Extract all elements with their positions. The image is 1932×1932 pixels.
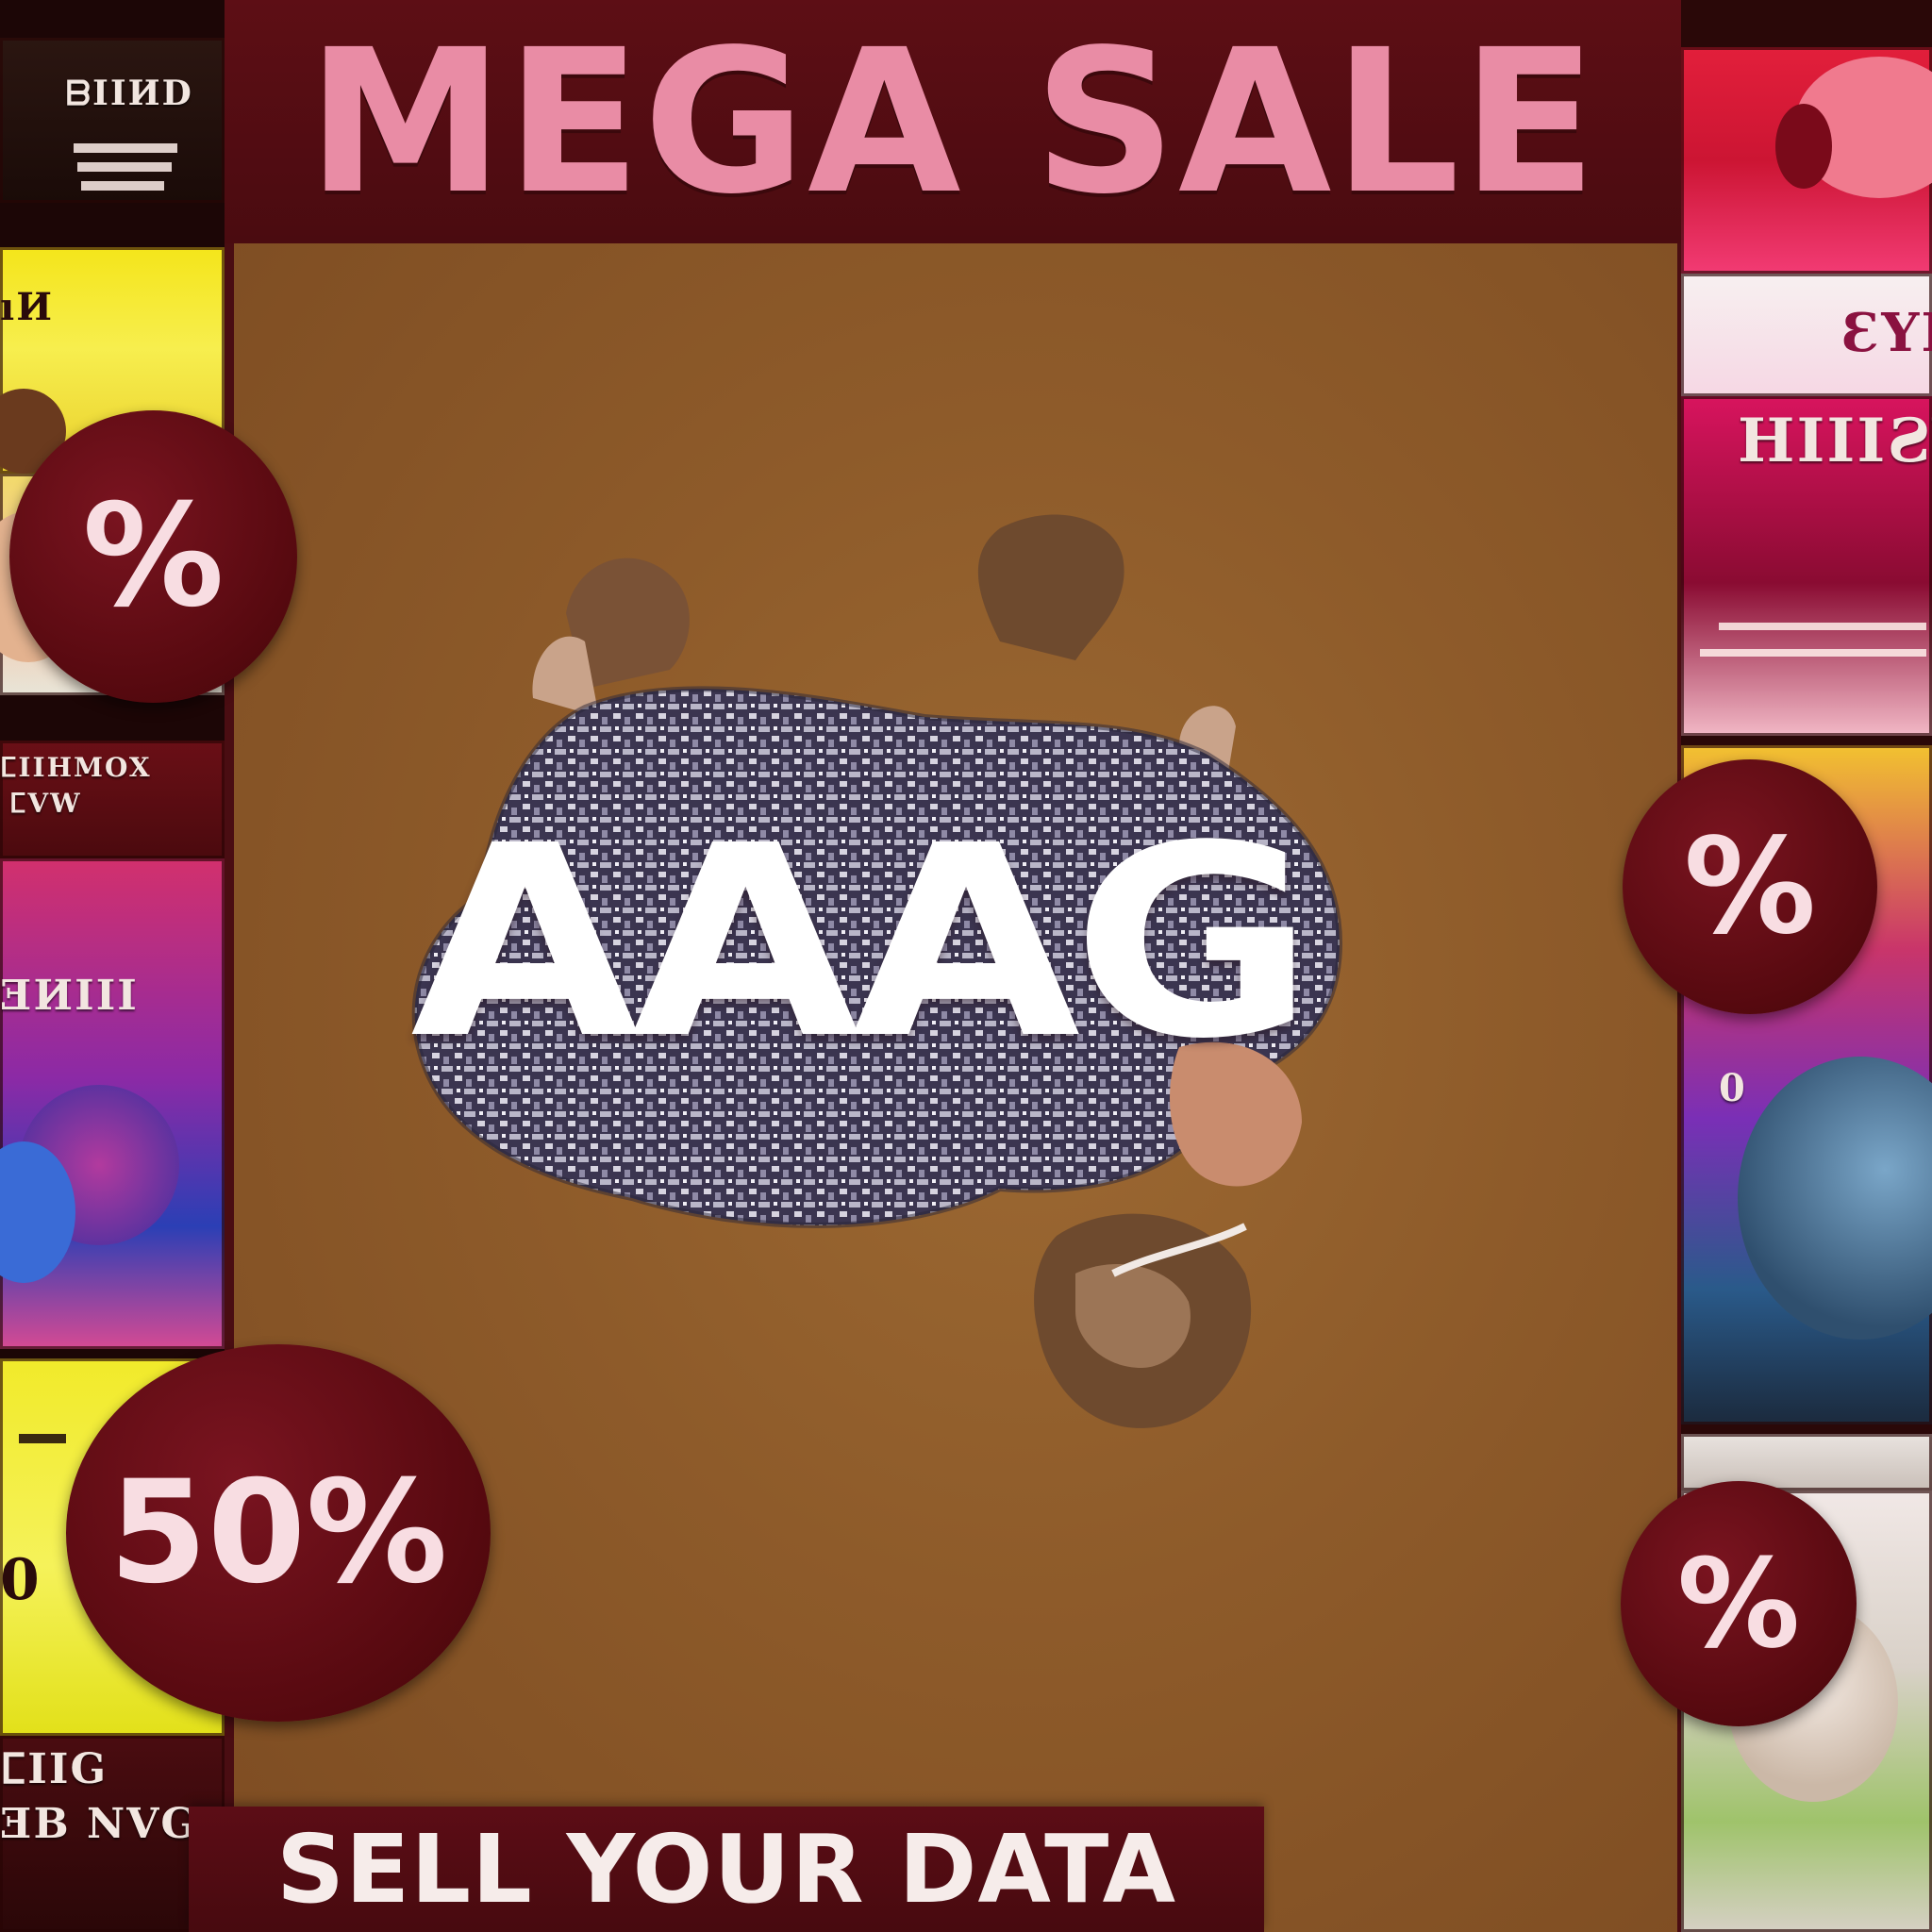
right-ad-panel-2: ƐYI (1681, 274, 1932, 396)
left-ad-panel-2-text: ıИ (0, 285, 54, 329)
center-word: AAAG (396, 783, 1321, 1104)
right-ad-panel-4-text: 0 (1719, 1066, 1747, 1110)
left-ad-panel-7-sub: ƎB NVG (0, 1800, 198, 1848)
discount-badge-left-top-text: % (82, 475, 225, 639)
headline-text: MEGA SALE (307, 6, 1599, 238)
discount-badge-right-top: % (1623, 759, 1877, 1014)
headline-band: MEGA SALE (225, 0, 1681, 243)
left-ad-panel-4: ⵎIIHMOX ⵎVW (0, 741, 225, 858)
discount-badge-50-percent: 50% (66, 1344, 491, 1722)
right-ad-panel-2-text: ƐYI (1841, 302, 1932, 364)
left-ad-panel-5: ƎИIII (0, 858, 225, 1349)
discount-badge-left-top: % (9, 410, 297, 703)
left-ad-panel-4-text: ⵎIIHMOX (0, 752, 152, 783)
left-ad-panel-4-sub: ⵎVW (9, 788, 82, 819)
right-ad-panel-1 (1681, 47, 1932, 274)
sell-your-data-banner: SELL YOUR DATA (189, 1807, 1264, 1932)
sale-poster: ᗷIIИD ıИ ⵎIIHMOX ⵎVW ƎИIII 0 ⵎIIG ƎB NVG (0, 0, 1932, 1932)
discount-badge-right-bottom: % (1621, 1481, 1857, 1726)
right-ad-panel-3-text: HIIIƧY (1738, 406, 1932, 476)
banner-text: SELL YOUR DATA (276, 1814, 1176, 1924)
left-ad-panel-7-text: ⵎIIG (0, 1745, 108, 1793)
left-ad-panel-6-text: 0 (0, 1547, 42, 1613)
left-ad-panel-5-text: ƎИIII (0, 972, 139, 1020)
discount-badge-right-bottom-text: % (1676, 1532, 1801, 1675)
right-ad-panel-3: HIIIƧY (1681, 396, 1932, 736)
left-ad-panel-1: ᗷIIИD (0, 38, 225, 203)
left-ad-panel-1-text: ᗷIIИD (66, 74, 193, 113)
center-word-text: AAAG (410, 790, 1315, 1097)
discount-badge-right-top-text: % (1683, 809, 1817, 964)
discount-badge-50-percent-text: 50% (108, 1451, 448, 1615)
